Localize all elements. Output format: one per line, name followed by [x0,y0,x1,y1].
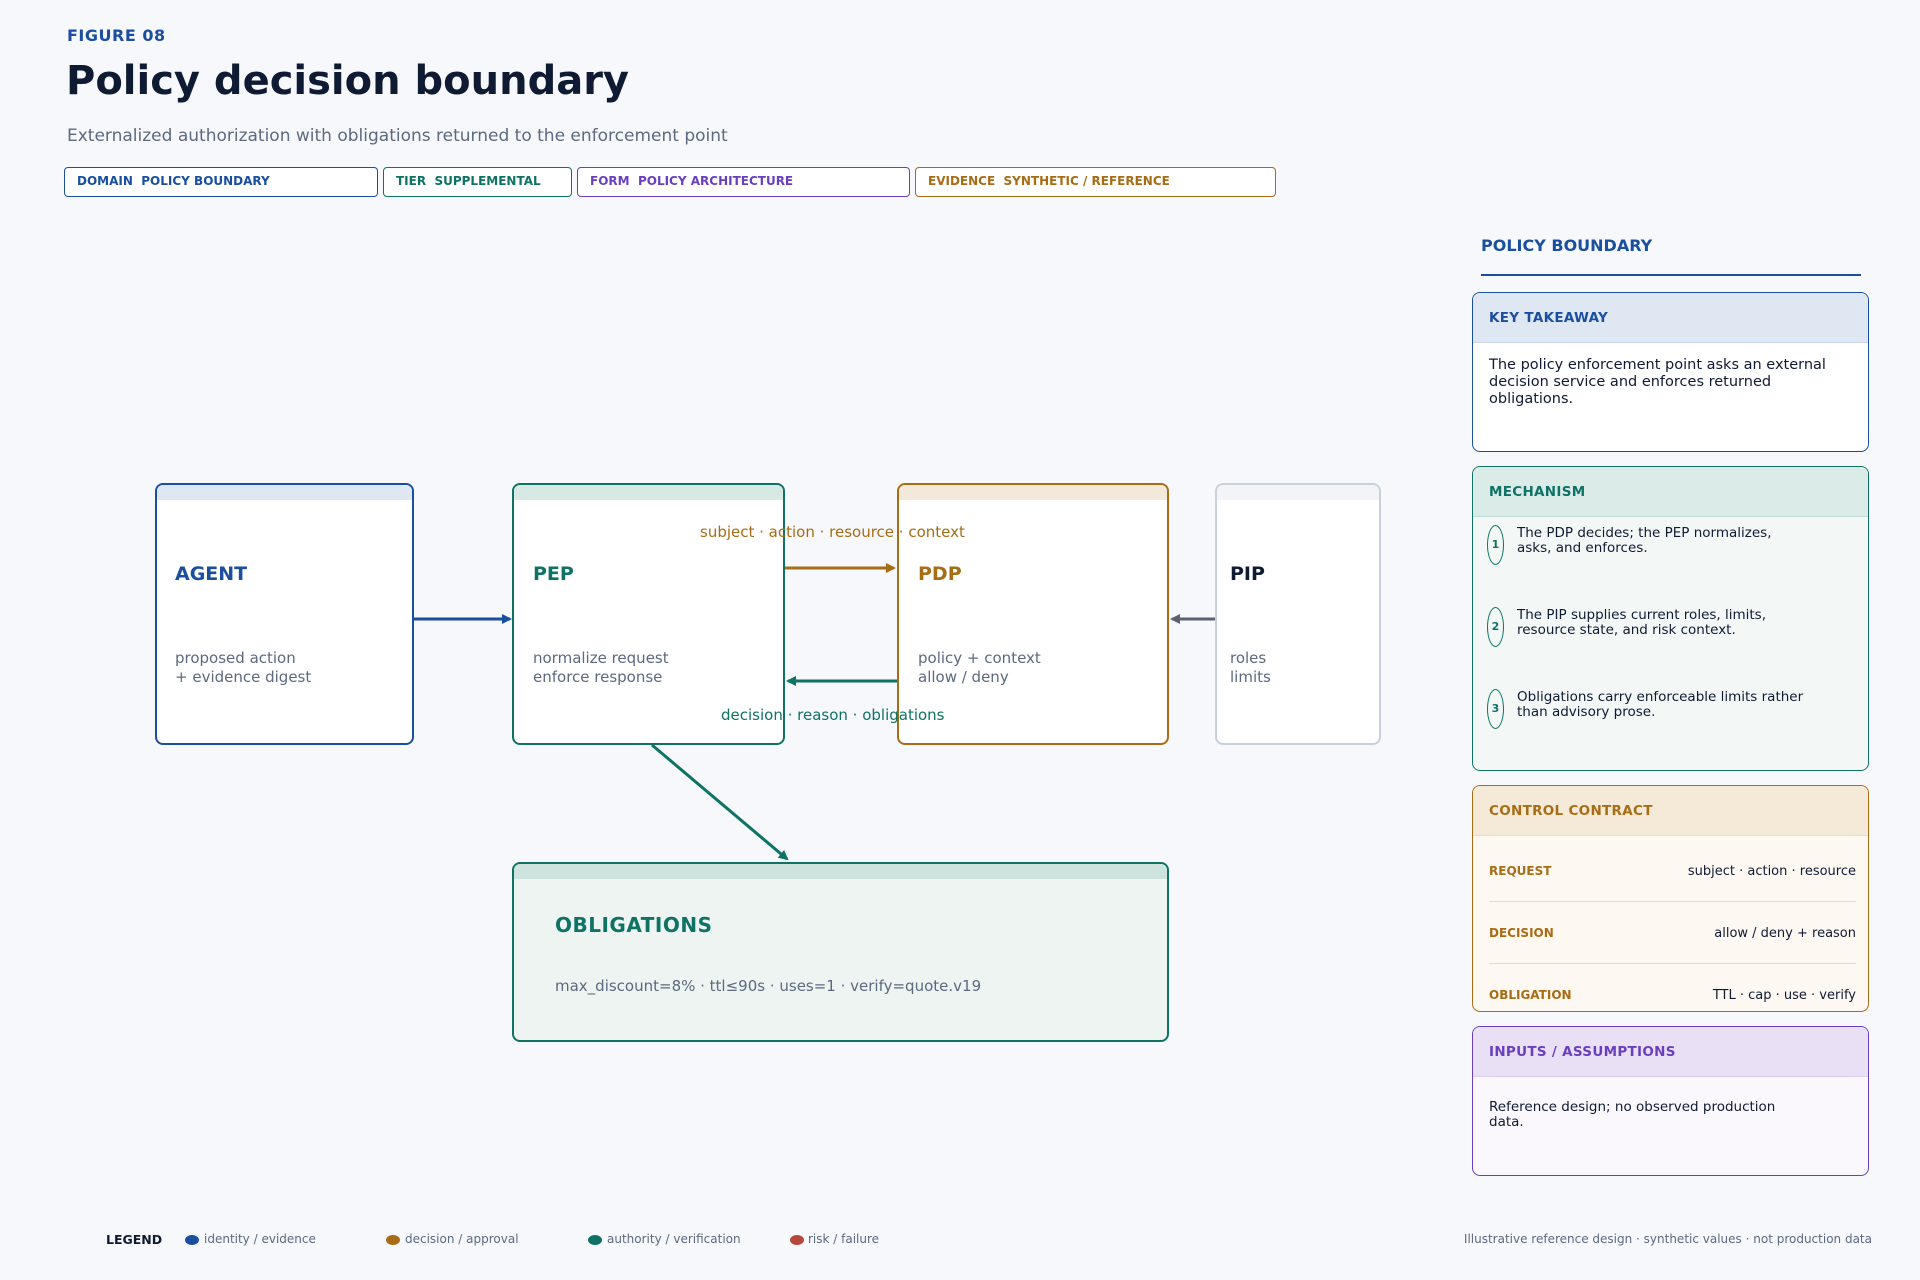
step-number-1: 1 [1487,525,1504,565]
contract-divider [1489,963,1856,964]
node-agent-desc: proposed action + evidence digest [175,649,311,687]
legend-label-decision: decision / approval [405,1232,519,1246]
contract-value-obligation: TTL · cap · use · verify [1712,988,1856,1003]
node-obligations-body: max_discount=8% · ttl≤90s · uses=1 · ver… [555,977,982,995]
card-mechanism: MECHANISM 1 The PDP decides; the PEP nor… [1472,466,1869,771]
footnote: Illustrative reference design · syntheti… [1463,1232,1872,1246]
node-agent[interactable]: AGENT proposed action + evidence digest [155,483,414,745]
node-obligations-band [514,864,1167,879]
contract-row: REQUEST subject · action · resource [1489,864,1856,884]
card-inputs-title: INPUTS / ASSUMPTIONS [1473,1027,1868,1077]
node-agent-band [157,485,412,500]
sidebar-heading: POLICY BOUNDARY [1481,236,1653,255]
contract-key-decision: DECISION [1489,926,1554,940]
node-pep-line2: enforce response [533,668,663,686]
node-pep-band [514,485,783,500]
sidebar-rule [1481,274,1861,276]
node-agent-title: AGENT [175,563,248,585]
legend-label-risk: risk / failure [808,1232,880,1246]
step-number-2: 2 [1487,607,1504,647]
node-pip-line2: limits [1230,668,1271,686]
node-agent-line2: + evidence digest [175,668,312,686]
node-pip-title: PIP [1230,563,1265,585]
node-pdp-title: PDP [918,563,962,585]
node-pip-line1: roles [1230,649,1267,667]
node-pip-desc: roles limits [1230,649,1271,687]
legend-dot-decision [386,1235,400,1245]
card-control-contract-title: CONTROL CONTRACT [1473,786,1868,836]
card-key-takeaway-text: The policy enforcement point asks an ext… [1489,357,1826,407]
contract-value-decision: allow / deny + reason [1714,926,1856,941]
node-pdp-band [899,485,1167,500]
card-inputs-text: Reference design; no observed production… [1489,1099,1776,1130]
contract-value-request: subject · action · resource [1687,864,1856,879]
edge-response-label: decision · reason · obligations [721,706,945,724]
node-pep-line1: normalize request [533,649,669,667]
step-text-2: The PIP supplies current roles, limits, … [1517,607,1767,638]
contract-row: DECISION allow / deny + reason [1489,926,1856,946]
node-pep-title: PEP [533,563,574,585]
step-text-1: The PDP decides; the PEP normalizes, ask… [1517,525,1772,556]
node-obligations[interactable]: OBLIGATIONS max_discount=8% · ttl≤90s · … [512,862,1169,1042]
legend-label-identity: identity / evidence [204,1232,316,1246]
card-key-takeaway: KEY TAKEAWAY The policy enforcement poin… [1472,292,1869,452]
node-agent-line1: proposed action [175,649,296,667]
node-pip[interactable]: PIP roles limits [1215,483,1381,745]
node-obligations-title: OBLIGATIONS [555,913,713,937]
legend-title: LEGEND [106,1232,163,1247]
node-pip-band [1217,485,1379,500]
step-text-3: Obligations carry enforceable limits rat… [1517,689,1804,720]
legend-dot-authority [588,1235,602,1245]
card-mechanism-title: MECHANISM [1473,467,1868,517]
card-key-takeaway-title: KEY TAKEAWAY [1473,293,1868,343]
legend-dot-identity [185,1235,199,1245]
edge-pep-to-obligations [651,743,789,861]
contract-key-request: REQUEST [1489,864,1552,878]
contract-divider [1489,901,1856,902]
edge-request-label: subject · action · resource · context [700,523,965,541]
contract-key-obligation: OBLIGATION [1489,988,1572,1002]
card-inputs-assumptions: INPUTS / ASSUMPTIONS Reference design; n… [1472,1026,1869,1176]
contract-row: OBLIGATION TTL · cap · use · verify [1489,988,1856,1008]
legend-dot-risk [790,1235,804,1245]
node-pdp-line2: allow / deny [918,668,1009,686]
node-pep-desc: normalize request enforce response [533,649,669,687]
legend-label-authority: authority / verification [607,1232,741,1246]
node-pdp-desc: policy + context allow / deny [918,649,1041,687]
node-pdp-line1: policy + context [918,649,1041,667]
step-number-3: 3 [1487,689,1504,729]
card-control-contract: CONTROL CONTRACT REQUEST subject · actio… [1472,785,1869,1012]
